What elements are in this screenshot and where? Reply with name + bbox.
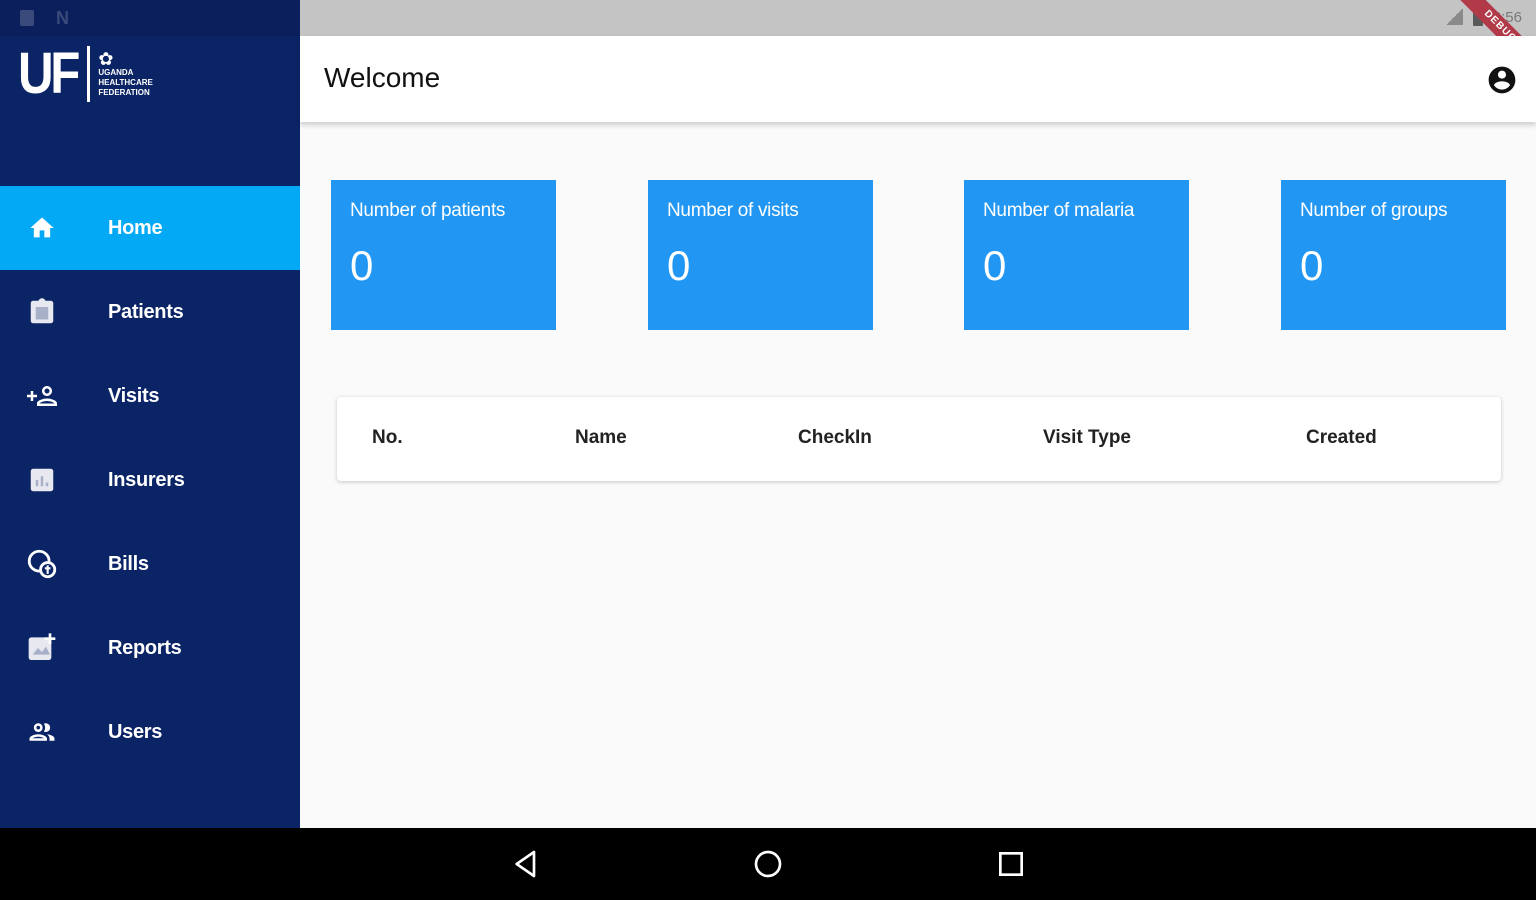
sidebar-item-patients[interactable]: Patients bbox=[0, 270, 300, 354]
column-header-checkin[interactable]: CheckIn bbox=[798, 427, 872, 449]
home-nav-icon[interactable] bbox=[752, 848, 784, 885]
stat-value: 0 bbox=[667, 242, 691, 289]
n-icon: N bbox=[56, 8, 69, 28]
stat-card-malaria[interactable]: Number of malaria 0 bbox=[964, 180, 1189, 330]
stat-value: 0 bbox=[350, 242, 374, 289]
sidebar-item-users[interactable]: Users bbox=[0, 690, 300, 774]
logo-divider bbox=[87, 46, 91, 102]
sidebar-item-home[interactable]: Home bbox=[0, 186, 300, 270]
sidebar-item-label: Users bbox=[108, 720, 163, 743]
stat-value: 0 bbox=[1300, 242, 1324, 289]
column-header-name[interactable]: Name bbox=[575, 427, 627, 449]
chart-icon bbox=[0, 465, 84, 495]
sidebar-item-label: Visits bbox=[108, 384, 160, 407]
stat-card-patients[interactable]: Number of patients 0 bbox=[331, 180, 556, 330]
users-icon bbox=[0, 717, 84, 747]
sidebar-nav: Home Patients Visits Insurers Bills Repo… bbox=[0, 186, 300, 774]
clipboard-icon bbox=[0, 297, 84, 327]
bills-icon bbox=[0, 547, 84, 581]
notification-icon bbox=[20, 10, 34, 26]
logo: UF ✿ Uganda Healthcare Federation bbox=[18, 44, 168, 104]
sidebar-item-visits[interactable]: Visits bbox=[0, 354, 300, 438]
sidebar-item-insurers[interactable]: Insurers bbox=[0, 438, 300, 522]
sidebar-item-label: Reports bbox=[108, 636, 182, 659]
report-icon bbox=[0, 632, 84, 664]
stat-label: Number of groups bbox=[1300, 200, 1448, 221]
column-header-created[interactable]: Created bbox=[1306, 427, 1377, 449]
home-icon bbox=[0, 214, 84, 242]
sidebar-item-bills[interactable]: Bills bbox=[0, 522, 300, 606]
column-header-no[interactable]: No. bbox=[372, 427, 403, 449]
column-header-visit-type[interactable]: Visit Type bbox=[1043, 427, 1131, 449]
sidebar: UF ✿ Uganda Healthcare Federation Home P… bbox=[0, 36, 300, 828]
sidebar-item-label: Insurers bbox=[108, 468, 185, 491]
recents-icon[interactable] bbox=[995, 848, 1027, 885]
status-bar-left: N bbox=[0, 0, 300, 36]
sidebar-item-label: Home bbox=[108, 216, 163, 239]
person-add-icon bbox=[0, 381, 84, 411]
status-bar: N 3:56 DEBUG bbox=[0, 0, 1536, 83]
back-icon[interactable] bbox=[510, 848, 542, 885]
sidebar-item-reports[interactable]: Reports bbox=[0, 606, 300, 690]
stat-card-groups[interactable]: Number of groups 0 bbox=[1281, 180, 1506, 330]
stat-card-visits[interactable]: Number of visits 0 bbox=[648, 180, 873, 330]
sidebar-item-label: Bills bbox=[108, 552, 149, 575]
page-title: Welcome bbox=[324, 62, 441, 93]
stat-label: Number of patients bbox=[350, 200, 506, 221]
system-nav-bar bbox=[0, 828, 1536, 900]
sidebar-item-label: Patients bbox=[108, 300, 184, 323]
stat-label: Number of visits bbox=[667, 200, 799, 221]
signal-icon bbox=[1444, 9, 1463, 25]
visits-table: No. Name CheckIn Visit Type Created bbox=[337, 397, 1501, 481]
leaf-icon: ✿ bbox=[98, 49, 114, 69]
stat-label: Number of malaria bbox=[983, 200, 1135, 221]
app-bar: Welcome bbox=[300, 36, 1536, 122]
logo-mark: UF bbox=[18, 41, 80, 106]
account-circle-icon[interactable] bbox=[1486, 64, 1518, 101]
logo-text: Uganda Healthcare Federation bbox=[98, 68, 153, 97]
stat-value: 0 bbox=[983, 242, 1007, 289]
logo-text-block: ✿ Uganda Healthcare Federation bbox=[98, 50, 168, 98]
